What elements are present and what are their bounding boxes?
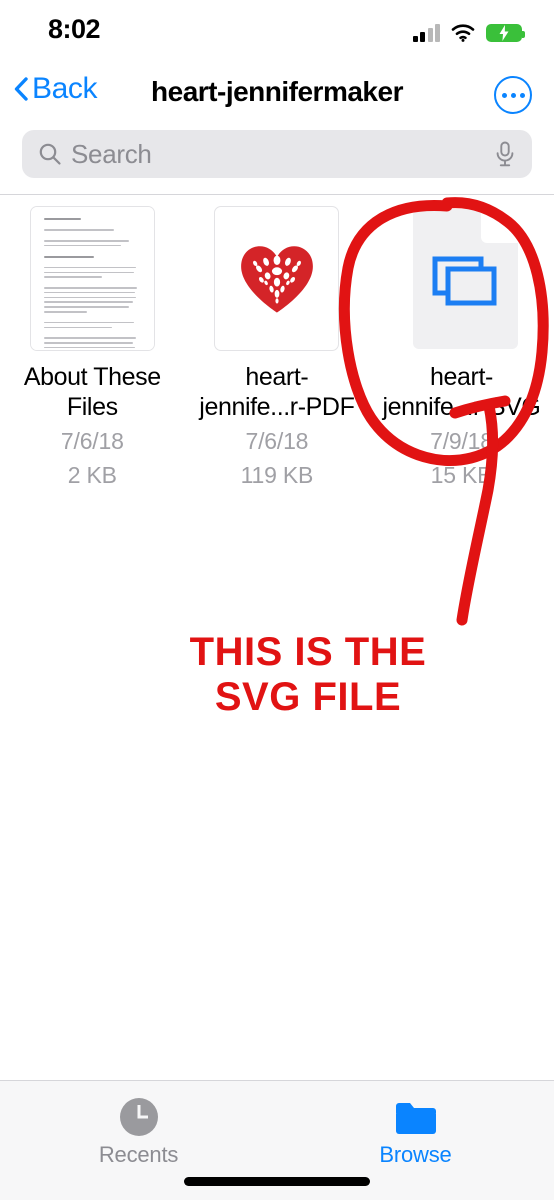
- svg-file-icon: [399, 206, 524, 351]
- ellipsis-dot: [501, 92, 507, 98]
- annotation-line-2: SVG FILE: [214, 675, 402, 719]
- tab-bar: Recents Browse: [0, 1080, 554, 1200]
- file-size: 2 KB: [67, 462, 117, 488]
- annotation-line-1: THIS IS THE: [189, 630, 427, 674]
- page-title: heart-jennifermaker: [151, 76, 403, 107]
- status-bar: 8:02: [0, 0, 554, 62]
- tab-browse[interactable]: Browse: [277, 1095, 554, 1168]
- svg-file-glyph: [405, 208, 518, 349]
- tab-recents[interactable]: Recents: [0, 1095, 277, 1168]
- folder-icon: [394, 1095, 438, 1139]
- search-placeholder: Search: [71, 138, 152, 169]
- clock-icon: [118, 1095, 160, 1139]
- battery-charging-icon: [486, 24, 525, 42]
- file-date: 7/6/18: [245, 428, 309, 454]
- annotation-text: THIS IS THE SVG FILE: [31, 630, 554, 720]
- iphone-screen: 8:02 Back heart-jennifermaker Search Abo…: [0, 0, 554, 1200]
- status-indicators: [412, 18, 525, 42]
- heart-graphic: [241, 245, 313, 313]
- file-date: 7/6/18: [60, 428, 124, 454]
- file-item-heart-svg[interactable]: heart-jennife...r-SVG 7/9/18 15 KB: [369, 206, 554, 490]
- search-icon: [38, 142, 62, 166]
- header-divider: [0, 194, 554, 195]
- status-time: 8:02: [48, 14, 101, 44]
- file-item-about-these-files[interactable]: About These Files 7/6/18 2 KB: [0, 206, 185, 490]
- home-indicator[interactable]: [184, 1177, 370, 1186]
- file-size: 119 KB: [240, 462, 314, 488]
- ellipsis-dot: [510, 92, 516, 98]
- red-heart-thumbnail: [214, 206, 340, 351]
- file-item-heart-pdf[interactable]: heart-jennife...r-PDF 7/6/18 119 KB: [185, 206, 370, 490]
- file-date: 7/9/18: [430, 428, 493, 454]
- navigation-bar: Back heart-jennifermaker: [0, 62, 554, 124]
- tab-label: Recents: [98, 1142, 179, 1167]
- file-name: heart-jennife...r-SVG: [382, 363, 541, 421]
- search-input[interactable]: Search: [22, 130, 532, 178]
- text-document-thumbnail: [29, 206, 155, 351]
- file-name: heart-jennife...r-PDF: [199, 363, 355, 421]
- file-size: 15 KB: [430, 462, 493, 488]
- tab-label: Browse: [379, 1142, 452, 1167]
- ellipsis-dot: [519, 92, 525, 98]
- microphone-icon[interactable]: [494, 141, 516, 167]
- wifi-icon: [451, 24, 475, 42]
- cellular-signal-icon: [412, 24, 440, 42]
- search-area: Search: [0, 126, 554, 184]
- more-options-button[interactable]: [494, 76, 532, 114]
- file-grid: About These Files 7/6/18 2 KB heart-jenn…: [0, 206, 554, 490]
- file-name: About These Files: [23, 363, 161, 421]
